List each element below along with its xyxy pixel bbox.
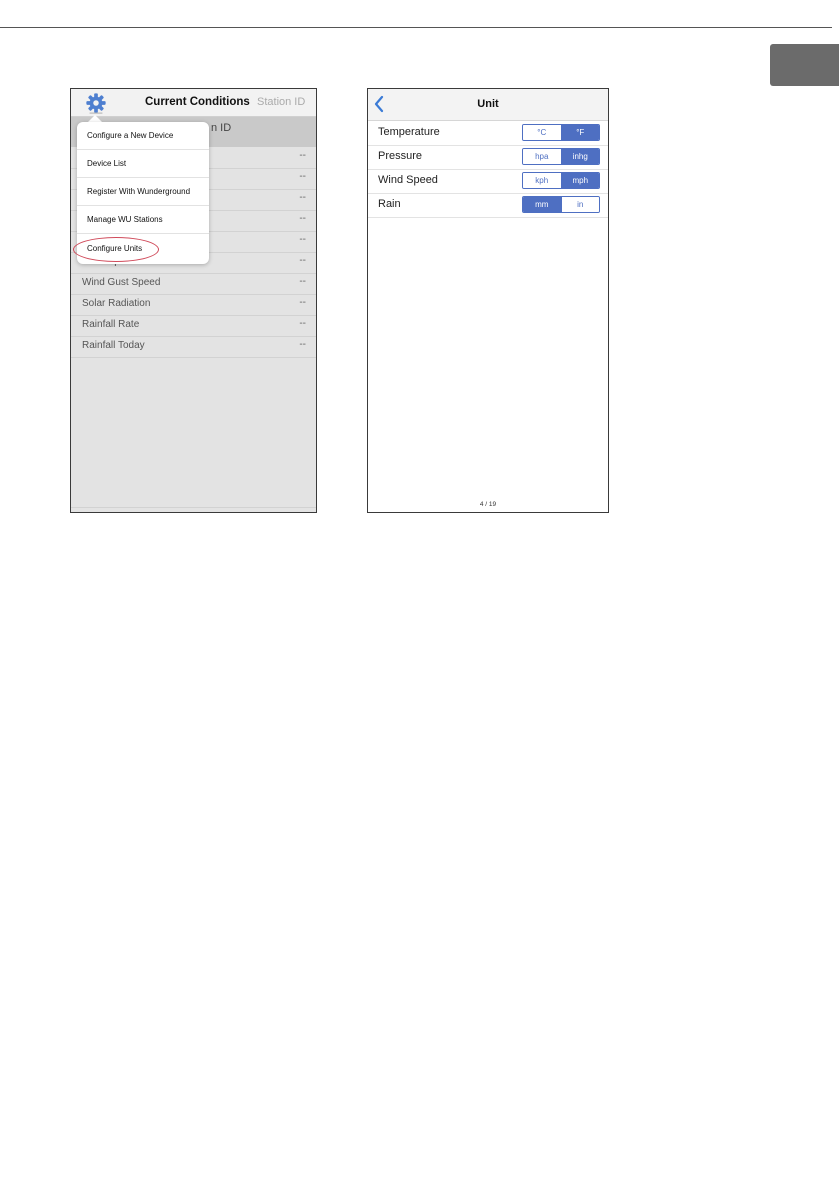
menu-item-label: Register With Wunderground [87,187,191,196]
segment-option[interactable]: in [560,197,599,212]
pressure-unit-toggle: hpa inhg [522,148,600,165]
row-value: -- [299,318,306,329]
row-value: -- [299,171,306,182]
row-value: -- [299,150,306,161]
top-rule [0,27,832,28]
menu-item-manage-wu-stations[interactable]: Manage WU Stations [77,206,209,234]
page-indicator: 4 / 19 [479,501,497,508]
unit-settings-screen: Unit Temperature °C °F Pressure hpa inhg… [367,88,609,513]
segment-option-selected[interactable]: °F [560,125,599,140]
setting-label: Rain [378,198,401,210]
row-value: -- [299,255,306,266]
subheader-label: n ID [211,122,232,134]
setting-label: Wind Speed [378,174,438,186]
row-value: -- [299,339,306,350]
setting-label: Pressure [378,150,423,162]
row-label: Wind Gust Speed [82,277,161,288]
row-label: Rainfall Today [82,340,145,351]
segment-option-selected[interactable]: mph [560,173,599,188]
segment-option[interactable]: °C [523,125,561,140]
row-value: -- [299,276,306,287]
unit-row-wind-speed: Wind Speed kph mph [368,169,608,194]
row-value: -- [299,192,306,203]
menu-item-label: Manage WU Stations [87,215,163,224]
segment-option-selected[interactable]: mm [523,197,561,212]
row-value: -- [299,213,306,224]
menu-item-label: Device List [87,159,127,168]
menu-item-device-list[interactable]: Device List [77,150,209,178]
menu-pointer [88,115,102,122]
unit-row-rain: Rain mm in [368,193,608,218]
page-title: Current Conditions [145,96,250,108]
temperature-unit-toggle: °C °F [522,124,600,141]
conditions-header: Current Conditions Station ID [71,89,316,117]
row-label: Rainfall Rate [82,319,140,330]
unit-row-temperature: Temperature °C °F [368,121,608,146]
menu-item-configure-new-device[interactable]: Configure a New Device [77,122,209,150]
language-side-tab [770,44,839,86]
page-title: Unit [477,98,499,110]
segment-option-selected[interactable]: inhg [560,149,599,164]
row-value: -- [299,234,306,245]
wind-speed-unit-toggle: kph mph [522,172,600,189]
list-item: Wind Gust Speed -- [71,273,316,295]
row-label: Solar Radiation [82,298,151,309]
station-id-tab[interactable]: Station ID [257,96,305,108]
list-item: Rainfall Rate -- [71,315,316,337]
menu-item-register-wunderground[interactable]: Register With Wunderground [77,178,209,206]
menu-item-label: Configure a New Device [87,131,174,140]
unit-row-pressure: Pressure hpa inhg [368,145,608,170]
row-value: -- [299,297,306,308]
list-item: Rainfall Today -- [71,336,316,358]
gear-icon[interactable] [85,92,107,114]
highlight-circle [73,237,159,262]
list-item: Solar Radiation -- [71,294,316,316]
list-divider [71,507,316,508]
setting-label: Temperature [378,126,440,138]
segment-option[interactable]: hpa [523,149,561,164]
segment-option[interactable]: kph [523,173,561,188]
rain-unit-toggle: mm in [522,196,600,213]
unit-header: Unit [368,89,608,121]
